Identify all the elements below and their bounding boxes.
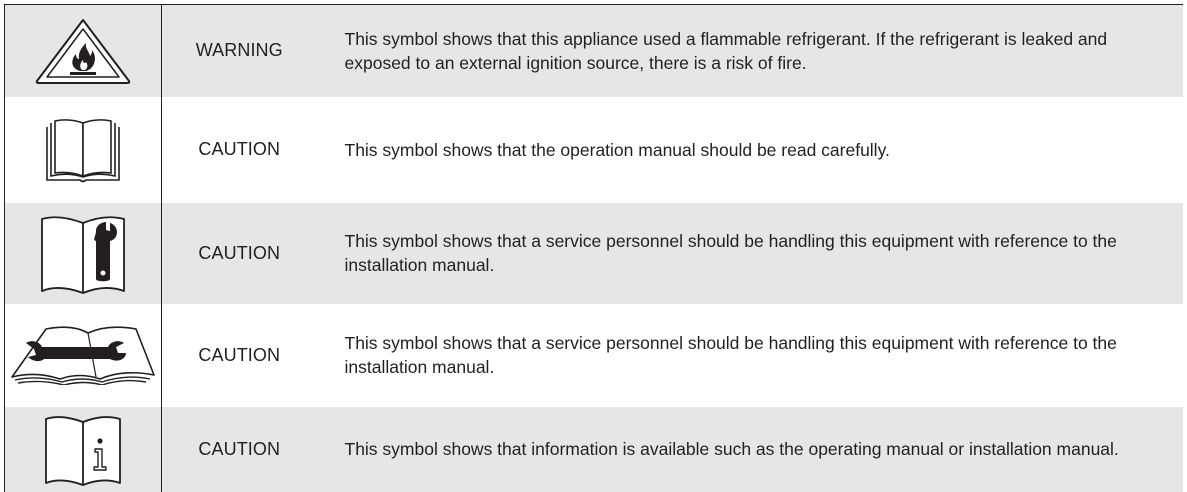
- table-row: CAUTION This symbol shows that the opera…: [4, 96, 1183, 203]
- information-manual-icon: [45, 416, 121, 486]
- table-row: CAUTION This symbol shows that a service…: [4, 303, 1183, 407]
- symbol-cell: [4, 4, 162, 97]
- symbol-cell: [4, 202, 162, 304]
- symbol-description: This symbol shows that information is av…: [316, 406, 1183, 492]
- hazard-level-label: CAUTION: [161, 406, 317, 492]
- symbol-cell: [4, 96, 162, 203]
- table-row: WARNING This symbol shows that this appl…: [4, 4, 1183, 97]
- hazard-level-label: CAUTION: [161, 96, 317, 203]
- symbol-description: This symbol shows that this appliance us…: [316, 4, 1183, 97]
- service-wrench-manual-icon: [41, 216, 125, 294]
- symbol-description: This symbol shows that a service personn…: [316, 303, 1183, 407]
- symbol-description: This symbol shows that the operation man…: [316, 96, 1183, 203]
- hazard-level-label: CAUTION: [161, 202, 317, 304]
- symbol-description: This symbol shows that a service personn…: [316, 202, 1183, 304]
- installation-manual-wrench-icon: [11, 326, 155, 385]
- symbol-cell: [4, 303, 162, 407]
- hazard-level-label: WARNING: [161, 4, 317, 97]
- table-row: CAUTION This symbol shows that a service…: [4, 202, 1183, 304]
- hazard-level-label: CAUTION: [161, 303, 317, 407]
- safety-symbols-table: WARNING This symbol shows that this appl…: [4, 4, 1183, 492]
- table-row: CAUTION This symbol shows that informati…: [4, 406, 1183, 492]
- read-operation-manual-icon: [46, 118, 120, 182]
- symbol-cell: [4, 406, 162, 492]
- flammable-refrigerant-warning-icon: [35, 18, 131, 84]
